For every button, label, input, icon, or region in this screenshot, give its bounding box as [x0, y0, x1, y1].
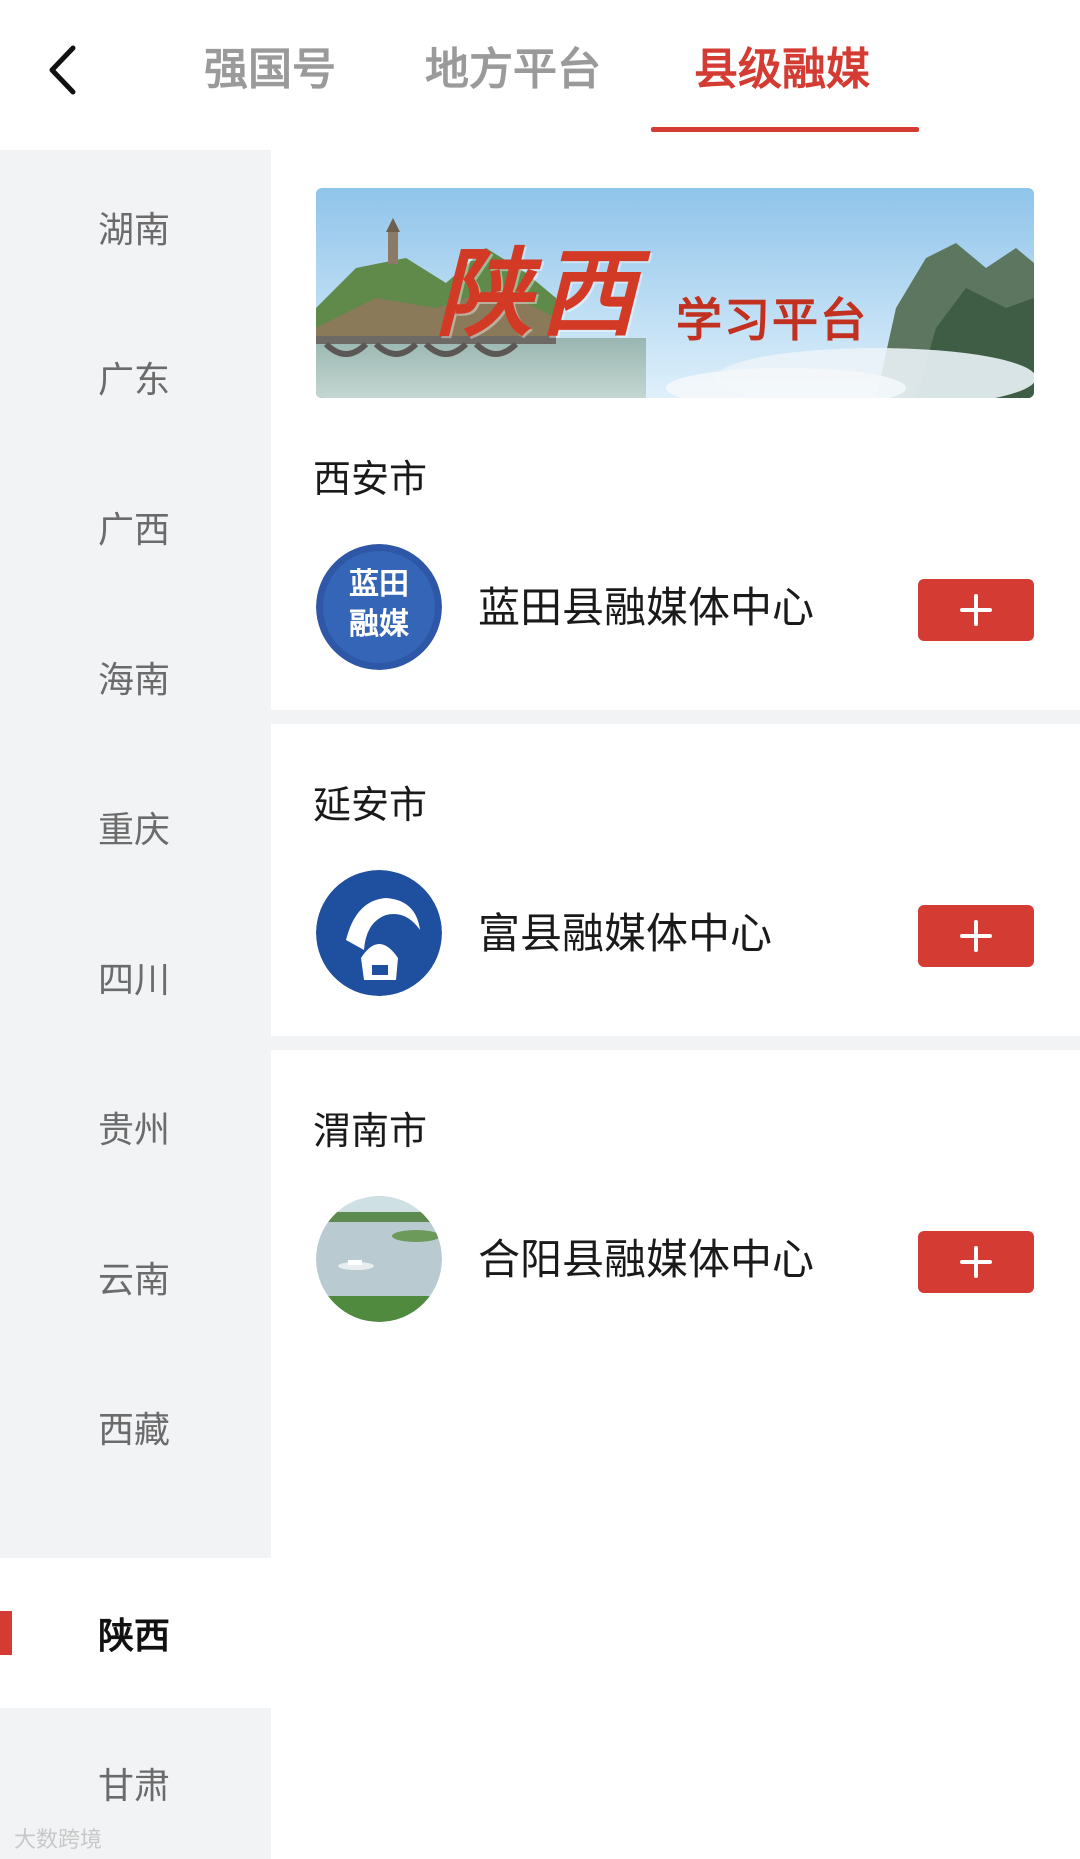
active-item-indicator — [0, 1611, 12, 1655]
landscape-illustration — [316, 188, 1034, 398]
city-section-yanan: 延安市 富县融媒体中心 — [271, 724, 1080, 1036]
tab-county-media[interactable]: 县级融媒 — [694, 38, 870, 102]
sidebar-item-label: 甘肃 — [98, 1766, 171, 1807]
org-row[interactable]: 合阳县融媒体中心 — [316, 1196, 1034, 1326]
org-name: 蓝田县融媒体中心 — [478, 583, 815, 632]
sidebar-item-hunan[interactable]: 湖南 — [0, 152, 271, 302]
city-section-weinan: 渭南市 合阳县融媒体中心 — [271, 1050, 1080, 1410]
org-name: 富县融媒体中心 — [478, 909, 773, 958]
sidebar-item-guangdong[interactable]: 广东 — [0, 302, 271, 452]
banner-title: 陕西 — [436, 237, 644, 350]
add-button[interactable] — [918, 1231, 1034, 1293]
shaanxi-banner[interactable]: 陕西 学习平台 — [316, 188, 1034, 398]
top-nav-bar: 强国号 地方平台 县级融媒 — [0, 0, 1080, 150]
sidebar-item-guangxi[interactable]: 广西 — [0, 452, 271, 602]
active-tab-underline — [651, 127, 919, 132]
sidebar-item-label: 贵州 — [98, 1110, 171, 1151]
org-row[interactable]: 蓝田 融媒 蓝田县融媒体中心 — [316, 544, 1034, 674]
plus-icon — [960, 920, 992, 952]
plus-icon — [960, 1246, 992, 1278]
add-button[interactable] — [918, 579, 1034, 641]
sidebar-item-label: 陕西 — [98, 1616, 171, 1657]
section-divider — [271, 710, 1080, 724]
sidebar-item-label: 湖南 — [98, 210, 171, 251]
org-row[interactable]: 富县融媒体中心 — [316, 870, 1034, 1000]
city-title: 延安市 — [313, 783, 428, 827]
sidebar-item-xizang[interactable]: 西藏 — [0, 1352, 271, 1502]
tab-qiangguohao[interactable]: 强国号 — [204, 38, 336, 102]
sidebar-item-label: 广东 — [98, 360, 171, 401]
org-name: 合阳县融媒体中心 — [478, 1235, 815, 1284]
sidebar-item-label: 广西 — [98, 510, 171, 551]
content-panel: 陕西 学习平台 西安市 蓝田 融媒 蓝田县融媒体中心 延安市 富县融媒体中心 渭… — [271, 150, 1080, 1859]
watermark: 大数跨境 — [14, 1828, 103, 1853]
province-sidebar[interactable]: 湖南 广东 广西 海南 重庆 四川 贵州 云南 西藏 陕西 甘肃 — [0, 150, 271, 1859]
sidebar-item-hainan[interactable]: 海南 — [0, 602, 271, 752]
section-divider — [271, 1036, 1080, 1050]
sidebar-item-shaanxi[interactable]: 陕西 — [0, 1558, 271, 1708]
city-title: 西安市 — [313, 457, 428, 501]
org-logo: 蓝田 融媒 — [316, 544, 442, 670]
chevron-left-icon — [49, 45, 76, 95]
sidebar-item-label: 重庆 — [98, 810, 171, 851]
plus-icon — [960, 594, 992, 626]
sidebar-item-label: 海南 — [98, 660, 171, 701]
sidebar-item-label: 西藏 — [98, 1410, 171, 1451]
city-title: 渭南市 — [313, 1109, 428, 1153]
sidebar-item-sichuan[interactable]: 四川 — [0, 902, 271, 1052]
logo-text-top: 蓝田 — [349, 567, 409, 602]
logo-text-bottom: 融媒 — [349, 607, 409, 642]
sidebar-item-yunnan[interactable]: 云南 — [0, 1202, 271, 1352]
sidebar-item-chongqing[interactable]: 重庆 — [0, 752, 271, 902]
sidebar-item-label: 云南 — [98, 1260, 171, 1301]
city-section-xian: 西安市 蓝田 融媒 蓝田县融媒体中心 — [271, 440, 1080, 710]
tab-local-platform[interactable]: 地方平台 — [425, 38, 601, 102]
banner-subtitle: 学习平台 — [676, 293, 868, 347]
sidebar-item-guizhou[interactable]: 贵州 — [0, 1052, 271, 1202]
back-button[interactable] — [40, 38, 84, 102]
add-button[interactable] — [918, 905, 1034, 967]
org-logo — [316, 870, 442, 996]
sidebar-item-label: 四川 — [98, 960, 171, 1001]
org-logo — [316, 1196, 442, 1322]
